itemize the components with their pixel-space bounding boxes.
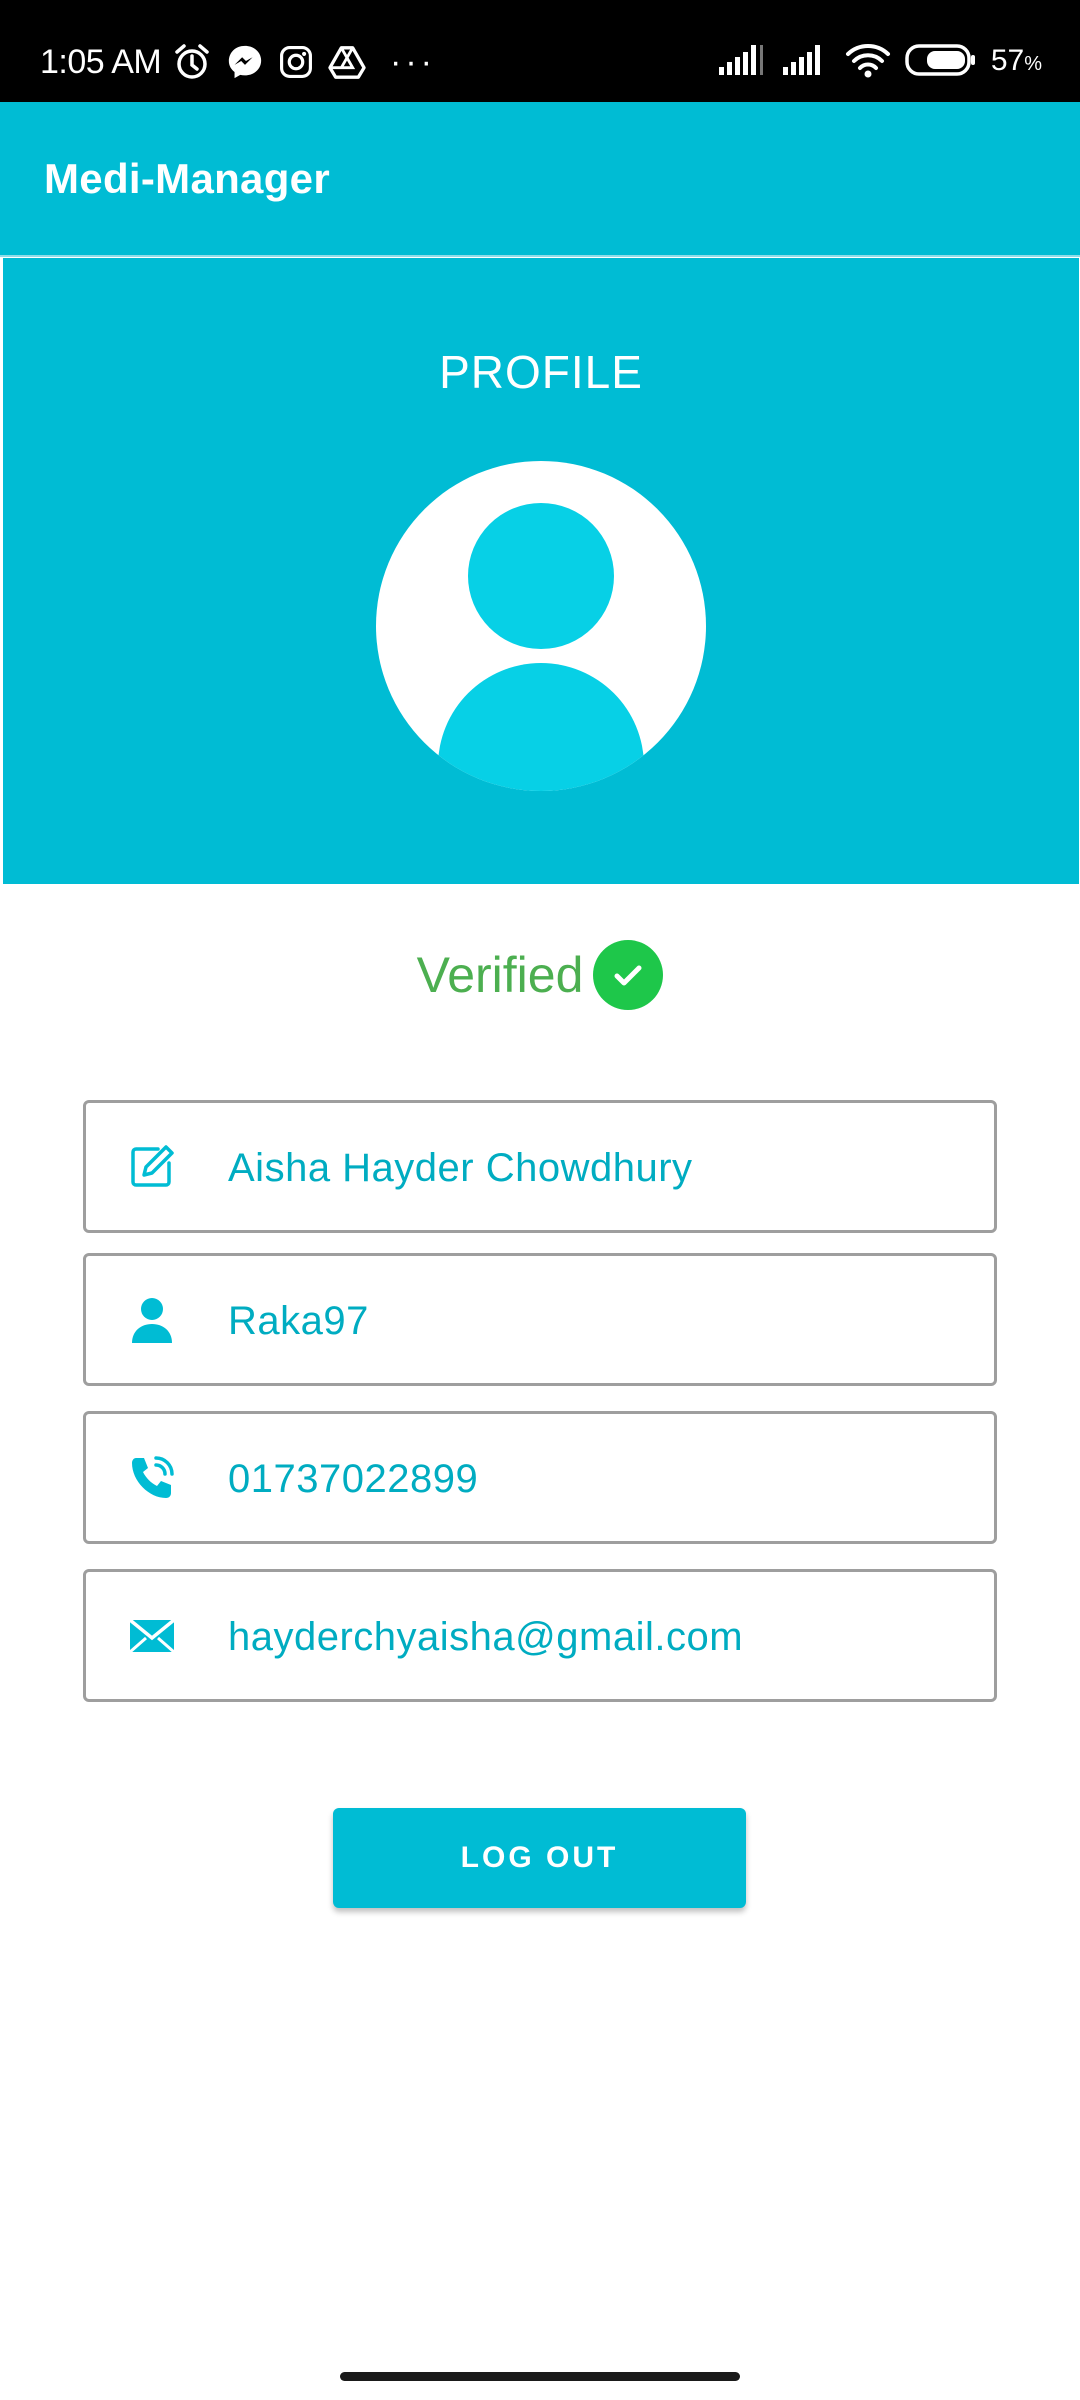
edit-icon xyxy=(126,1141,178,1193)
profile-heading: PROFILE xyxy=(439,346,643,398)
wifi-icon xyxy=(845,42,891,83)
verified-status: Verified xyxy=(0,940,1080,1010)
alarm-icon xyxy=(172,42,212,82)
phone-icon xyxy=(126,1452,178,1504)
signal-icon-sim2 xyxy=(781,43,831,82)
battery-percent-value: 57 xyxy=(990,43,1025,77)
signal-icon-sim1 xyxy=(717,43,767,82)
notification-icons: ··· xyxy=(172,42,436,82)
email-value: hayderchyaisha@gmail.com xyxy=(228,1615,744,1659)
battery-icon xyxy=(905,43,977,82)
messenger-icon xyxy=(226,43,264,81)
profile-header: PROFILE xyxy=(3,258,1079,884)
avatar[interactable] xyxy=(376,461,706,791)
status-time: 1:05 AM xyxy=(40,43,162,81)
check-circle-icon xyxy=(593,940,664,1010)
username-field[interactable]: Raka97 xyxy=(83,1253,997,1386)
phone-field[interactable]: 01737022899 xyxy=(83,1411,997,1544)
avatar-body-shape xyxy=(438,663,644,791)
avatar-head-shape xyxy=(468,503,614,649)
email-field[interactable]: hayderchyaisha@gmail.com xyxy=(83,1569,997,1702)
more-notifications-icon: ··· xyxy=(390,43,436,81)
app-bar-divider xyxy=(0,255,1080,257)
system-icons: 57% xyxy=(717,42,1042,82)
full-name-value: Aisha Hayder Chowdhury xyxy=(228,1146,693,1190)
status-bar: 1:05 AM ··· 57% xyxy=(0,0,1080,102)
person-icon xyxy=(126,1294,178,1346)
logout-button[interactable]: LOG OUT xyxy=(333,1808,746,1908)
battery-percent-unit: % xyxy=(1024,52,1042,75)
phone-value: 01737022899 xyxy=(228,1457,479,1501)
full-name-field[interactable]: Aisha Hayder Chowdhury xyxy=(83,1100,997,1233)
instagram-icon xyxy=(278,44,314,80)
drive-icon xyxy=(328,44,366,80)
mail-icon xyxy=(126,1610,178,1662)
battery-percent: 57% xyxy=(991,41,1042,84)
verified-label: Verified xyxy=(416,947,584,1003)
app-title: Medi-Manager xyxy=(44,155,330,202)
username-value: Raka97 xyxy=(228,1299,369,1343)
app-bar: Medi-Manager xyxy=(0,102,1080,256)
home-indicator[interactable] xyxy=(340,2372,740,2381)
